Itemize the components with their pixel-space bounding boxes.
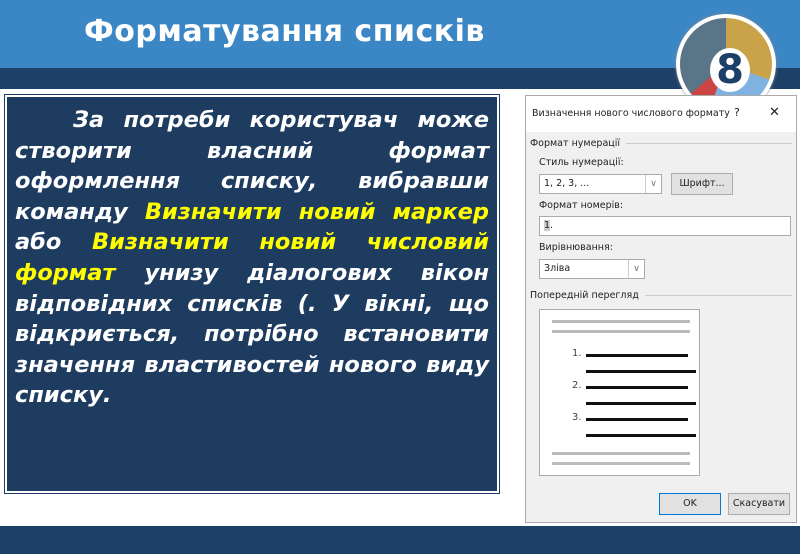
preview-line [586,370,696,373]
preview-line [586,386,688,389]
preview-line [552,330,690,333]
chevron-down-icon[interactable]: ∨ [645,175,661,193]
preview-number: 2. [572,380,582,391]
chevron-down-icon[interactable]: ∨ [628,260,644,278]
ok-button[interactable]: OK [659,493,721,515]
preview-number: 1. [572,348,582,359]
group-preview: Попередній перегляд [530,290,792,301]
body-text-box: За потреби користувач може створити влас… [5,95,499,493]
define-number-format-dialog: Визначення нового числового формату ? ✕ … [525,95,797,523]
number-format-input[interactable]: 1. [539,216,791,236]
number-style-value: 1, 2, 3, ... [544,178,590,189]
group-number-format: Формат нумерації [530,138,792,149]
highlight-command-marker: Визначити новий маркер [144,198,489,225]
preview-pane: 1. 2. 3. [539,309,700,476]
alignment-label: Вирівнювання: [539,242,613,253]
number-format-label: Формат номерів: [539,200,624,211]
footer-band [0,526,800,554]
alignment-value: Зліва [544,263,571,274]
dialog-title: Визначення нового числового формату [532,108,730,119]
group-label: Формат нумерації [530,138,621,149]
preview-line [586,434,696,437]
number-style-select[interactable]: 1, 2, 3, ... ∨ [539,174,662,194]
logo-number: 8 [710,48,750,92]
number-format-suffix: . [550,220,554,231]
help-button[interactable]: ? [734,106,740,119]
preview-line [586,354,688,357]
alignment-select[interactable]: Зліва ∨ [539,259,645,279]
group-label: Попередній перегляд [530,290,639,301]
preview-line [586,418,688,421]
body-text: або [15,229,92,256]
style-label: Стиль нумерації: [539,157,624,168]
preview-line [552,320,690,323]
preview-line [552,462,690,465]
font-button[interactable]: Шрифт... [671,173,733,195]
preview-line [586,402,696,405]
dialog-titlebar: Визначення нового числового формату ? ✕ [526,96,796,132]
preview-line [552,452,690,455]
cancel-button[interactable]: Скасувати [728,493,790,515]
close-button[interactable]: ✕ [769,105,780,120]
preview-number: 3. [572,412,582,423]
slide-title: Форматування списків [84,14,485,49]
